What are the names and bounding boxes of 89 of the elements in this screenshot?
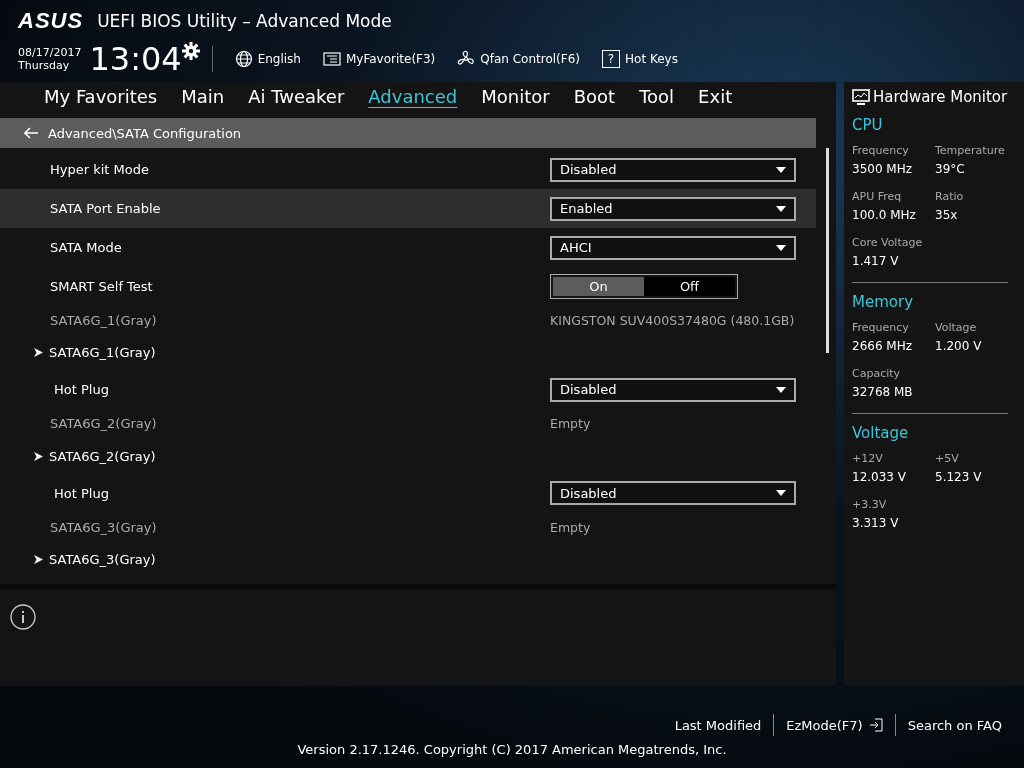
sensor-label: APU Freq bbox=[852, 190, 903, 203]
sensor-value: 1.200 V bbox=[935, 339, 983, 353]
sensor-label: Frequency bbox=[852, 321, 910, 334]
chevron-icon bbox=[34, 555, 43, 564]
sensor-label: Frequency bbox=[852, 144, 910, 157]
toolbar-button[interactable]: ? Hot Keys bbox=[602, 50, 678, 68]
sensor-value: 35x bbox=[935, 208, 959, 222]
setting-label: Hyper kit Mode bbox=[50, 162, 150, 177]
setting-label: SMART Self Test bbox=[50, 279, 154, 294]
list-icon bbox=[322, 50, 341, 68]
sensor-value: 100.0 MHz bbox=[852, 208, 917, 222]
sensor-label: +5V bbox=[935, 452, 960, 465]
menu-tab[interactable]: Main bbox=[169, 82, 237, 110]
toolbar-button[interactable]: MyFavorite(F3) bbox=[322, 50, 436, 68]
brand-logo: ASUS bbox=[18, 8, 84, 34]
port-label: SATA6G_3(Gray) bbox=[50, 519, 158, 535]
breadcrumb-text: Advanced\SATA Configuration bbox=[48, 125, 242, 141]
port-value: Empty bbox=[550, 519, 592, 535]
window-title: UEFI BIOS Utility – Advanced Mode bbox=[97, 11, 392, 31]
caret-icon bbox=[776, 166, 786, 173]
section-title: Memory bbox=[852, 293, 914, 311]
submenu-item[interactable]: SATA6G_1(Gray) bbox=[49, 345, 798, 361]
dropdown[interactable]: Disabled bbox=[550, 481, 796, 506]
settings-icon[interactable] bbox=[181, 42, 200, 60]
caret-icon bbox=[776, 386, 786, 393]
toolbar-button[interactable]: Qfan Control(F6) bbox=[457, 50, 580, 68]
weekday-text: Thursday bbox=[18, 59, 71, 72]
chevron-icon bbox=[34, 451, 43, 461]
panel-title: Hardware Monitor bbox=[873, 88, 1008, 106]
menu-tab[interactable]: Tool bbox=[627, 82, 687, 110]
back-arrow-icon[interactable] bbox=[24, 127, 38, 139]
sensor-value: 39°C bbox=[935, 162, 966, 176]
sensor-value: 3.313 V bbox=[852, 516, 900, 530]
port-value: KINGSTON SUV400S37480G (480.1GB) bbox=[550, 313, 796, 329]
footer-link[interactable]: EzMode(F7) bbox=[774, 717, 895, 733]
toggle-switch[interactable]: On Off bbox=[550, 274, 738, 299]
monitor-icon bbox=[852, 88, 870, 106]
sensor-label: +3.3V bbox=[852, 498, 888, 511]
sensor-label: Core Voltage bbox=[852, 236, 924, 249]
footer-link[interactable]: Search on FAQ bbox=[895, 717, 1014, 733]
dropdown[interactable]: Disabled bbox=[550, 157, 796, 182]
sensor-value: 5.123 V bbox=[935, 470, 983, 484]
caret-icon bbox=[776, 244, 786, 251]
caret-icon bbox=[776, 490, 786, 497]
submenu-item[interactable]: SATA6G_2(Gray) bbox=[49, 448, 798, 464]
menu-tab[interactable]: My Favorites bbox=[32, 82, 170, 110]
exit-icon bbox=[868, 718, 883, 732]
menu-tab[interactable]: Advanced bbox=[356, 82, 470, 110]
chevron-icon bbox=[34, 348, 43, 358]
version-text: Version 2.17.1246. Copyright (C) 2017 American Megatrends, Inc. bbox=[297, 742, 727, 757]
menu-tab[interactable]: Monitor bbox=[469, 82, 562, 110]
menu-tab[interactable]: Exit bbox=[686, 82, 745, 110]
submenu-item[interactable]: SATA6G_3(Gray) bbox=[49, 552, 798, 567]
dropdown[interactable]: Disabled bbox=[550, 377, 796, 402]
setting-label: SATA Mode bbox=[50, 240, 123, 255]
sensor-label: Voltage bbox=[935, 321, 978, 334]
info-icon bbox=[10, 604, 36, 630]
sensor-value: 3500 MHz bbox=[852, 162, 914, 176]
port-value: Empty bbox=[550, 416, 592, 432]
sensor-value: 12.033 V bbox=[852, 470, 907, 484]
sensor-label: Ratio bbox=[935, 190, 965, 203]
port-label: SATA6G_1(Gray) bbox=[50, 313, 158, 329]
help-icon: ? bbox=[602, 50, 620, 68]
section-title: CPU bbox=[852, 116, 884, 134]
dropdown[interactable]: Enabled bbox=[550, 196, 796, 221]
setting-label: Hot Plug bbox=[54, 382, 110, 398]
menu-tab[interactable]: Ai Tweaker bbox=[236, 82, 357, 110]
toggle-option[interactable]: Off bbox=[644, 277, 735, 296]
toggle-option[interactable]: On bbox=[553, 277, 644, 296]
setting-label: SATA Port Enable bbox=[50, 201, 162, 216]
fan-icon bbox=[457, 50, 476, 68]
sensor-label: Capacity bbox=[852, 367, 902, 380]
sensor-label: +12V bbox=[852, 452, 884, 465]
toolbar-button[interactable]: English bbox=[234, 50, 301, 68]
sensor-value: 1.417 V bbox=[852, 254, 900, 268]
caret-icon bbox=[776, 205, 786, 212]
globe-icon bbox=[234, 50, 253, 68]
sensor-label: Temperature bbox=[935, 144, 1006, 157]
scrollbar[interactable] bbox=[826, 148, 829, 353]
port-label: SATA6G_2(Gray) bbox=[50, 416, 158, 432]
clock-time: 13:04 bbox=[89, 40, 182, 78]
setting-label: Hot Plug bbox=[54, 485, 110, 501]
section-title: Voltage bbox=[852, 424, 910, 442]
sensor-value: 2666 MHz bbox=[852, 339, 914, 353]
dropdown[interactable]: AHCI bbox=[550, 235, 796, 260]
date-text: 08/17/2017 bbox=[18, 46, 82, 59]
menu-tab[interactable]: Boot bbox=[561, 82, 628, 110]
sensor-value: 32768 MB bbox=[852, 385, 914, 399]
footer-link[interactable]: Last Modified bbox=[662, 717, 774, 733]
